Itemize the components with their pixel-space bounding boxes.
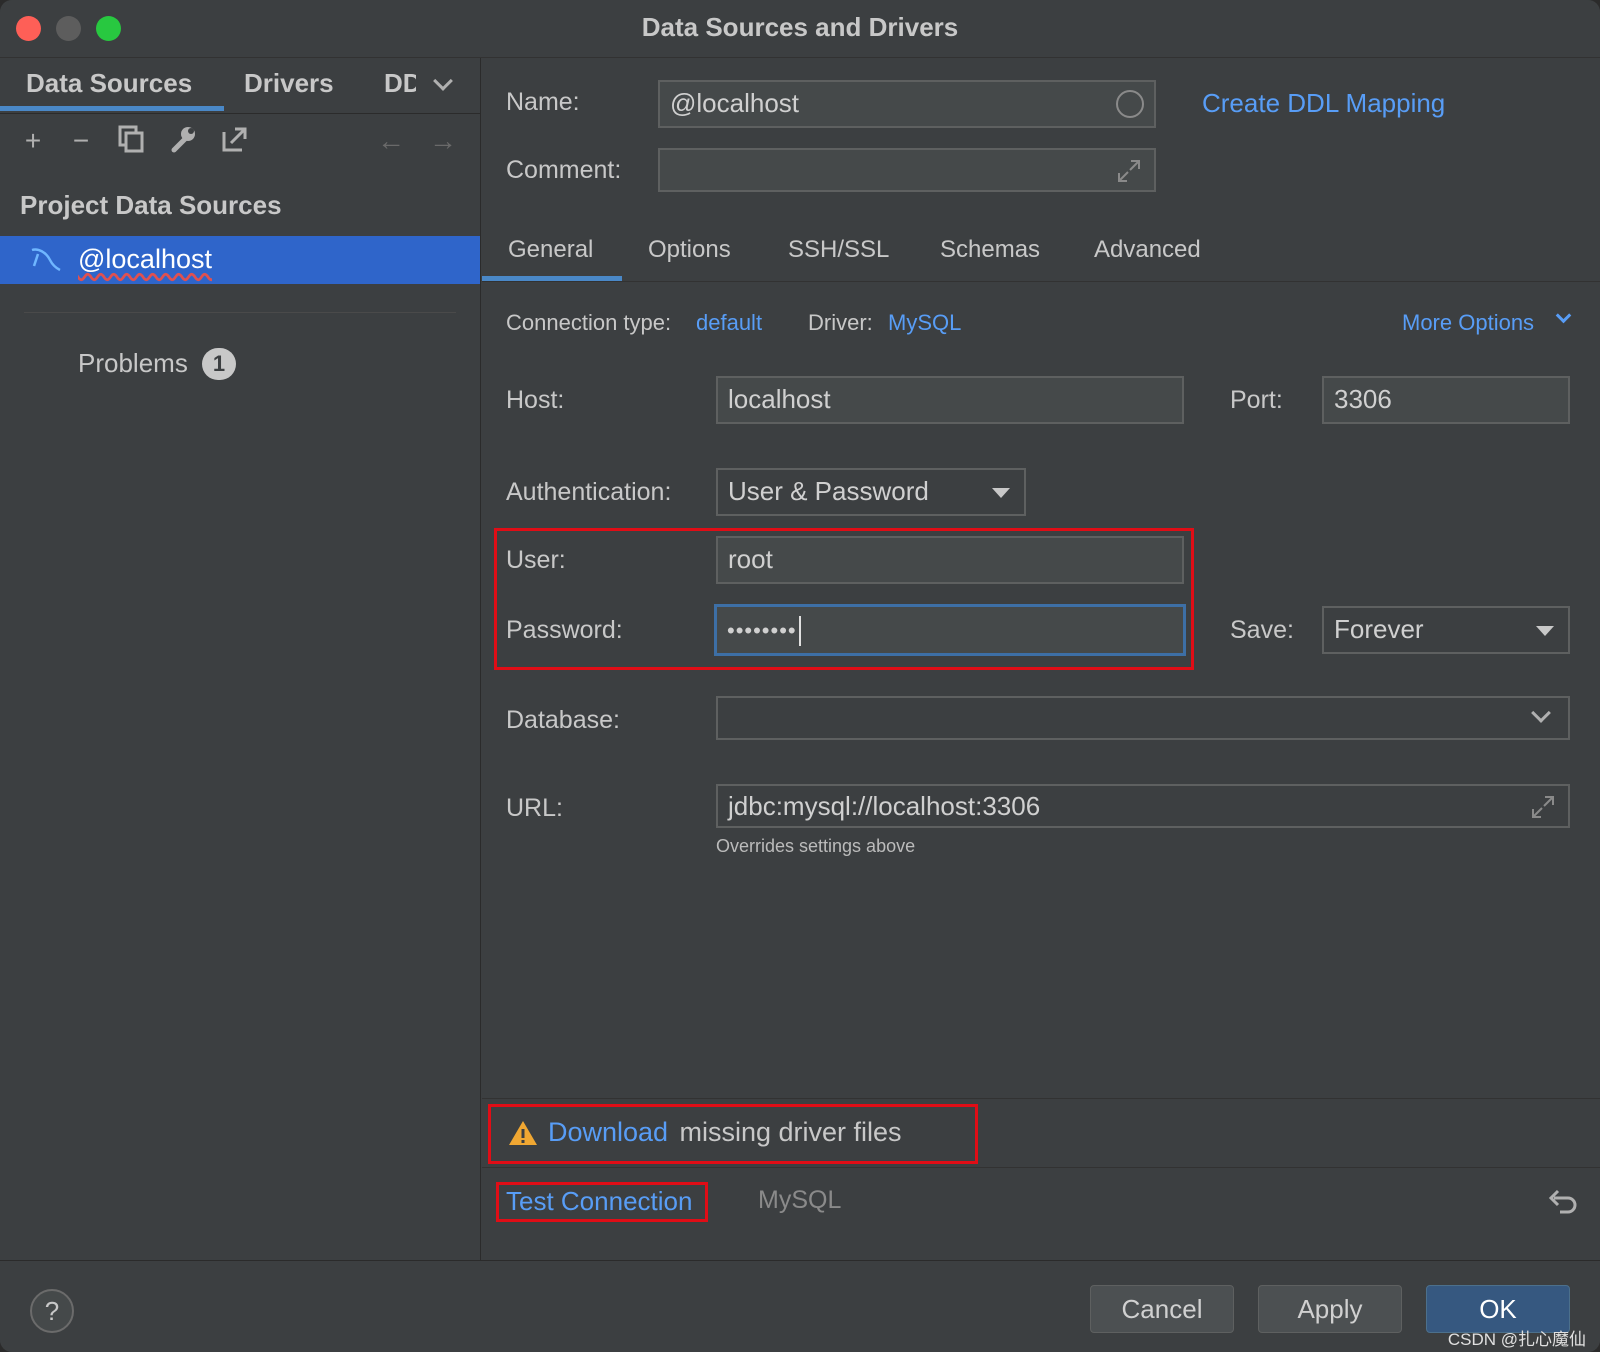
authentication-label: Authentication:: [506, 478, 672, 506]
port-input[interactable]: 3306: [1322, 376, 1570, 424]
main-panel: Name: @localhost Create DDL Mapping Comm…: [482, 58, 1600, 1260]
save-label: Save:: [1230, 616, 1294, 644]
url-value: jdbc:mysql://localhost:3306: [728, 791, 1041, 821]
tab-advanced[interactable]: Advanced: [1094, 236, 1201, 264]
back-arrow-icon[interactable]: ←: [374, 124, 408, 158]
dialog-window: Data Sources and Drivers Data Sources Dr…: [0, 0, 1600, 1352]
host-label: Host:: [506, 386, 565, 414]
tab-general[interactable]: General: [508, 236, 593, 264]
tab-options[interactable]: Options: [648, 236, 731, 264]
more-options-link[interactable]: More Options: [1402, 310, 1534, 336]
sidebar-tabs: Data Sources Drivers DD: [0, 58, 481, 114]
authentication-select[interactable]: User & Password: [716, 468, 1026, 516]
highlight-download-box: [488, 1104, 978, 1164]
color-picker-icon[interactable]: [1116, 90, 1144, 118]
save-select[interactable]: Forever: [1322, 606, 1570, 654]
sidebar: Data Sources Drivers DD + − ← → Project …: [0, 58, 481, 1260]
help-button[interactable]: ?: [30, 1289, 74, 1333]
comment-field[interactable]: [658, 148, 1156, 192]
tab-drivers[interactable]: Drivers: [244, 68, 334, 99]
problems-item[interactable]: Problems: [78, 348, 188, 379]
export-icon[interactable]: [218, 124, 252, 158]
cancel-button[interactable]: Cancel: [1090, 1285, 1234, 1333]
tab-ssh-ssl[interactable]: SSH/SSL: [788, 236, 889, 264]
url-hint: Overrides settings above: [716, 836, 916, 856]
tab-data-sources[interactable]: Data Sources: [26, 68, 192, 99]
duplicate-icon[interactable]: [114, 124, 148, 158]
driver-footer-label: MySQL: [758, 1186, 842, 1214]
highlight-test-connection-box: [496, 1182, 708, 1222]
dialog-footer: ? Cancel Apply OK CSDN @扎心魔仙: [0, 1260, 1600, 1352]
database-label: Database:: [506, 706, 620, 734]
dropdown-arrow-icon: [992, 488, 1010, 498]
active-tab-indicator: [482, 276, 622, 281]
active-tab-indicator: [0, 106, 224, 111]
driver-label: Driver:: [808, 310, 873, 335]
watermark-text: CSDN @扎心魔仙: [1447, 1330, 1586, 1349]
name-value: @localhost: [670, 88, 800, 118]
tab-ddl-mappings[interactable]: DD: [384, 68, 416, 99]
chevron-down-icon[interactable]: [433, 71, 453, 91]
database-select[interactable]: [716, 696, 1570, 740]
data-source-item-localhost[interactable]: @localhost: [0, 236, 480, 284]
add-icon[interactable]: +: [16, 124, 50, 158]
save-value: Forever: [1334, 614, 1424, 644]
name-field[interactable]: @localhost: [658, 80, 1156, 128]
host-input[interactable]: localhost: [716, 376, 1184, 424]
forward-arrow-icon[interactable]: →: [426, 124, 460, 158]
mysql-dolphin-icon: [31, 248, 61, 272]
highlight-credentials-box: [494, 528, 1194, 670]
name-label: Name:: [506, 88, 580, 116]
url-input[interactable]: jdbc:mysql://localhost:3306: [716, 784, 1570, 828]
settings-tabs: General Options SSH/SSL Schemas Advanced: [482, 218, 1600, 282]
chevron-down-icon[interactable]: [1555, 307, 1572, 324]
dropdown-arrow-icon: [1536, 626, 1554, 636]
authentication-value: User & Password: [728, 476, 929, 506]
window-title: Data Sources and Drivers: [641, 12, 959, 42]
create-ddl-mapping-link[interactable]: Create DDL Mapping: [1202, 88, 1445, 119]
project-data-sources-header: Project Data Sources: [20, 190, 282, 220]
url-label: URL:: [506, 794, 563, 822]
connection-type-link[interactable]: default: [696, 310, 762, 336]
expand-icon[interactable]: [1116, 158, 1142, 184]
data-source-label: @localhost: [78, 244, 212, 274]
driver-link[interactable]: MySQL: [888, 310, 961, 336]
remove-icon[interactable]: −: [64, 124, 98, 158]
connection-type-label: Connection type:: [506, 310, 672, 335]
wrench-icon[interactable]: [166, 124, 200, 158]
apply-button[interactable]: Apply: [1258, 1285, 1402, 1333]
revert-icon[interactable]: [1546, 1186, 1578, 1216]
comment-label: Comment:: [506, 156, 622, 184]
sidebar-divider: [24, 312, 456, 313]
problems-count-badge: 1: [202, 348, 236, 380]
expand-icon[interactable]: [1530, 794, 1556, 820]
port-label: Port:: [1230, 386, 1283, 414]
chevron-down-icon: [1531, 703, 1551, 723]
title-bar: Data Sources and Drivers: [0, 0, 1600, 58]
tab-schemas[interactable]: Schemas: [940, 236, 1040, 264]
